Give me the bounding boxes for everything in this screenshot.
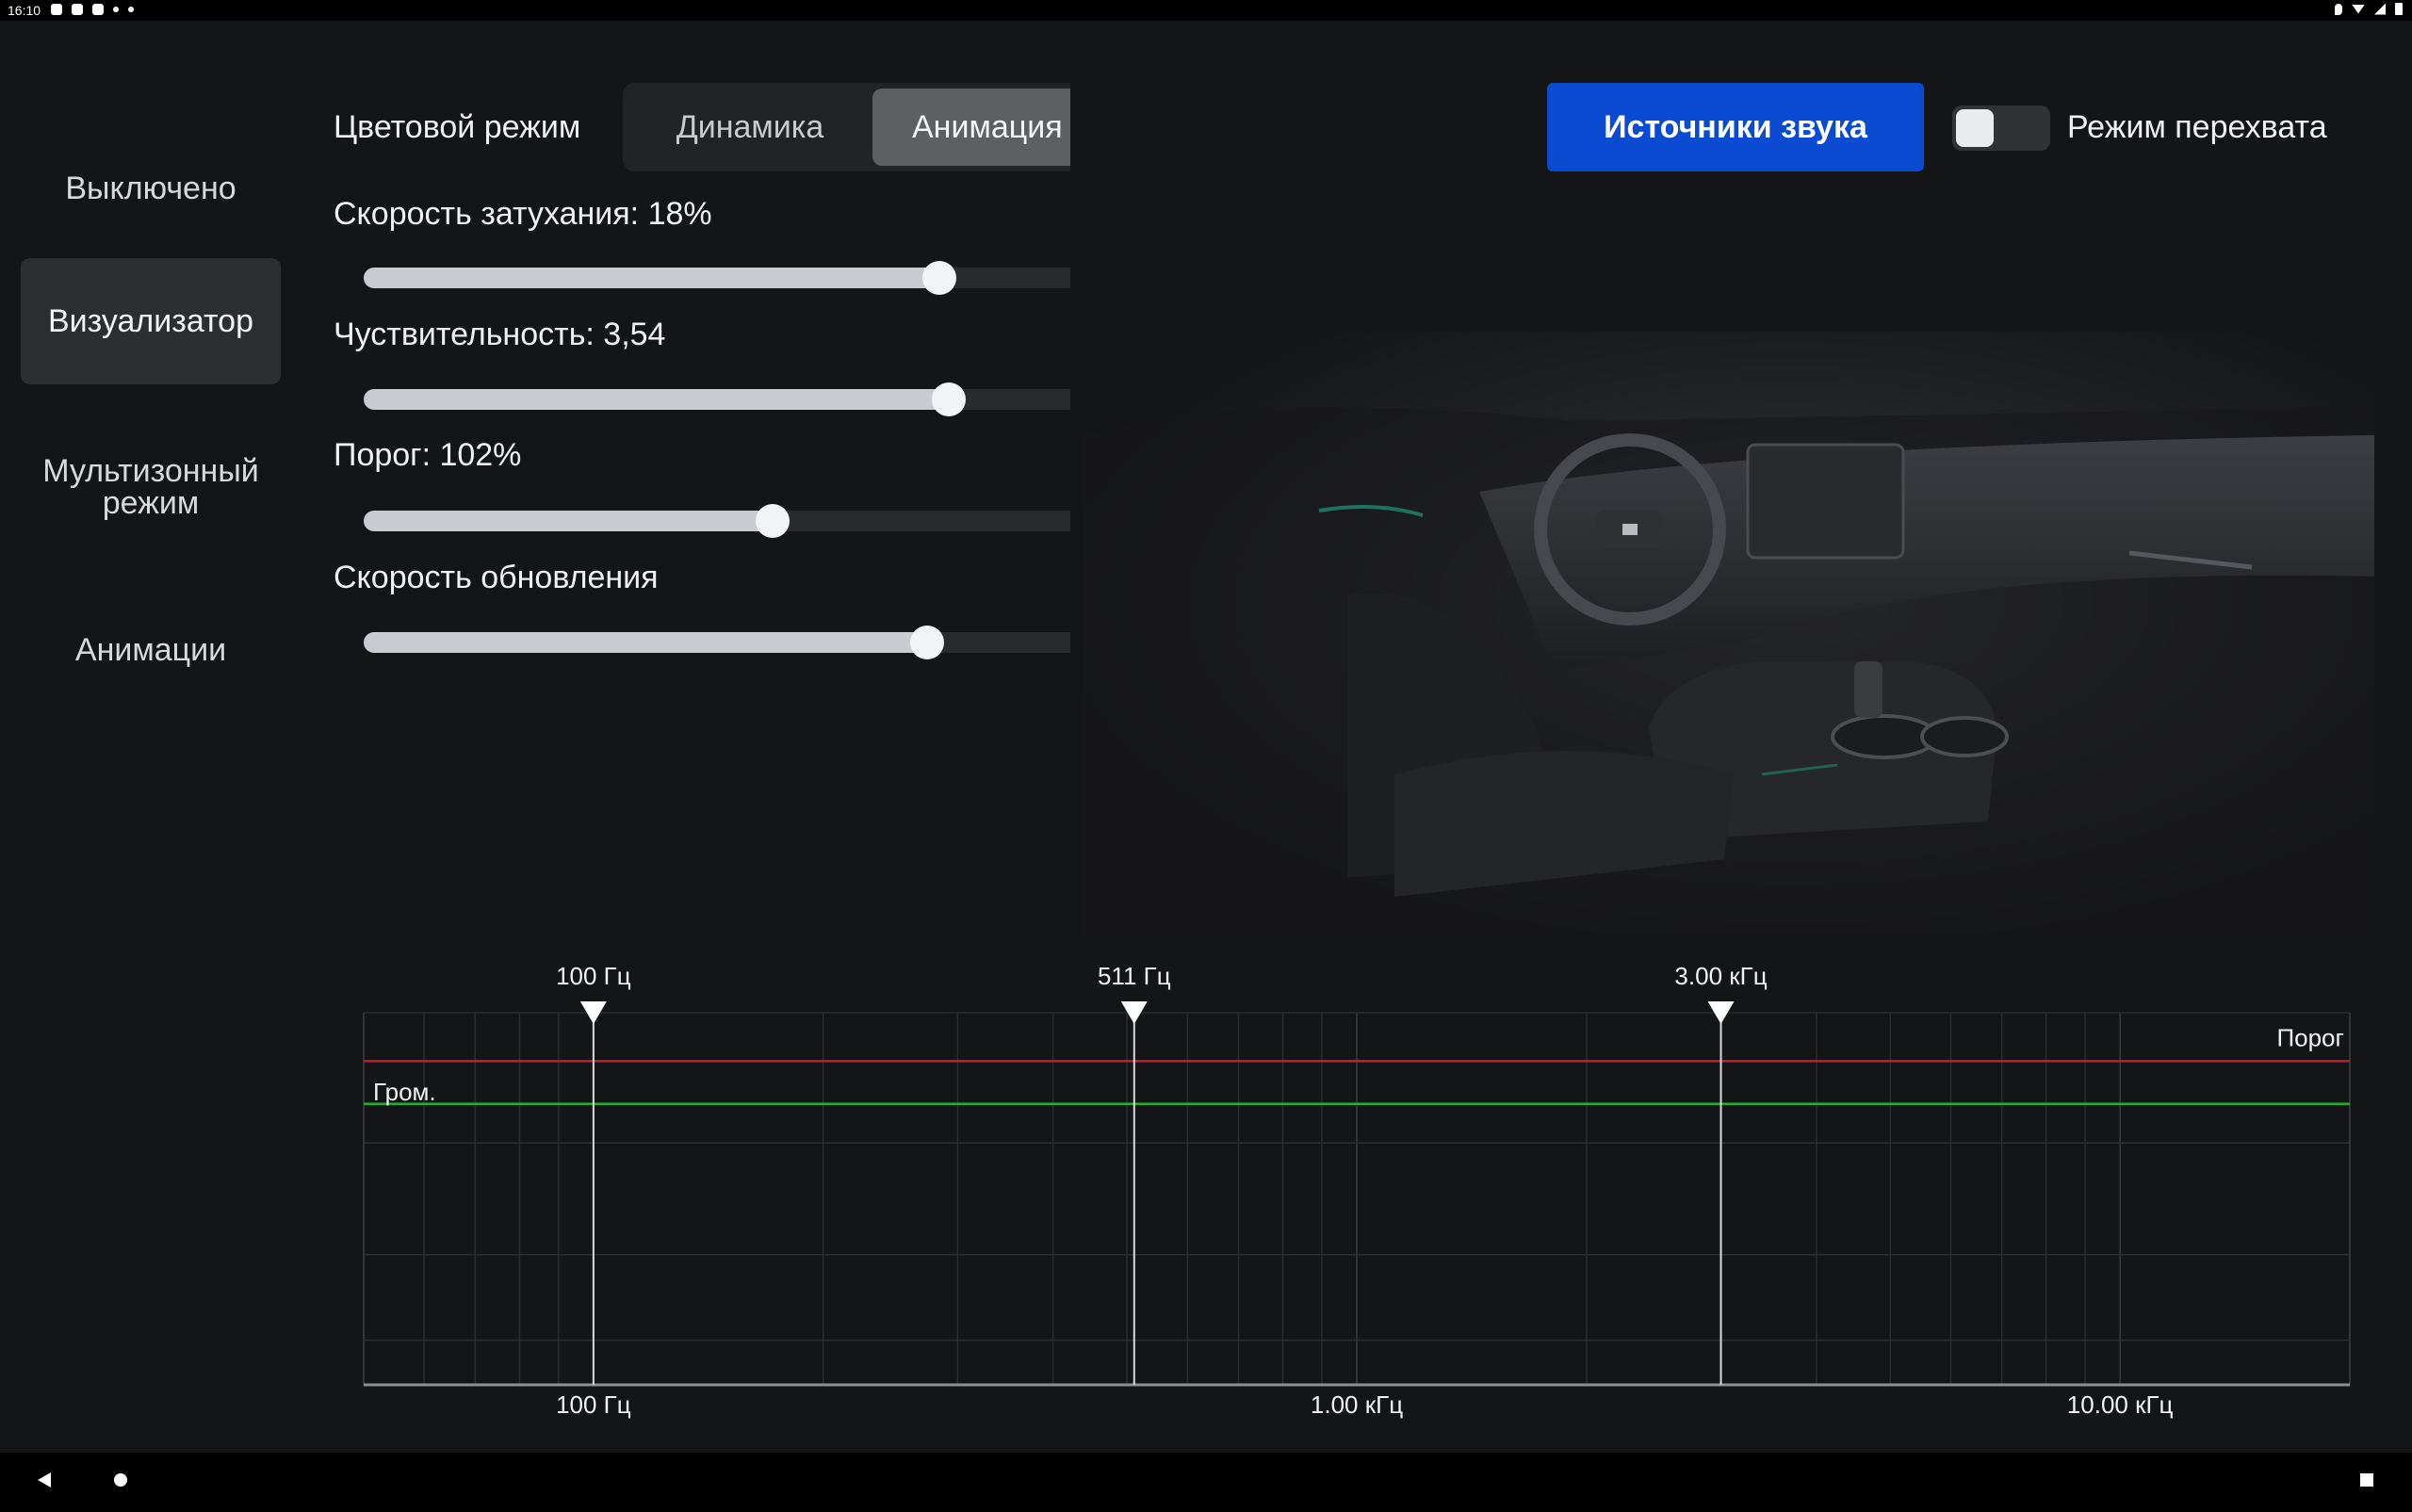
location-icon bbox=[2335, 3, 2342, 15]
wifi-icon bbox=[2352, 4, 2365, 14]
marker-handle-2 bbox=[1707, 1001, 1735, 1024]
refresh-rate-slider[interactable] bbox=[364, 626, 1070, 659]
sensitivity-label: Чуствительность: 3,54 bbox=[334, 317, 666, 352]
sidebar-item-label: Мультизонный режим bbox=[42, 453, 259, 521]
intercept-mode-toggle[interactable] bbox=[1952, 106, 2050, 151]
marker-handle-1 bbox=[1120, 1001, 1148, 1024]
color-mode-option-animation[interactable]: Анимация bbox=[872, 89, 1070, 166]
x-tick-label-1: 1.00 кГц bbox=[1311, 1390, 1403, 1419]
signal-icon bbox=[2374, 3, 2386, 15]
chart-series: Порог Гром. bbox=[364, 1023, 2350, 1106]
intercept-mode-label: Режим перехвата bbox=[2067, 109, 2327, 145]
slider-fill bbox=[364, 389, 949, 410]
sidebar-item-visualizer[interactable]: Визуализатор bbox=[21, 258, 281, 384]
sidebar-item-label: Выключено bbox=[65, 171, 236, 206]
sensitivity-slider[interactable] bbox=[364, 382, 1070, 416]
refresh-rate-label: Скорость обновления bbox=[334, 560, 659, 595]
color-mode-option-dynamics[interactable]: Динамика bbox=[632, 89, 868, 166]
threshold-slider[interactable] bbox=[364, 504, 1070, 538]
chart-grid bbox=[363, 1012, 2351, 1386]
chart-tick-labels: 100 Гц 1.00 кГц 10.00 кГц bbox=[556, 1390, 2173, 1419]
car-interior-image bbox=[1084, 332, 2374, 935]
series-label-1: Гром. bbox=[373, 1078, 436, 1106]
x-tick-label-2: 10.00 кГц bbox=[2067, 1390, 2174, 1419]
status-notification-icons bbox=[51, 4, 134, 15]
app-icon bbox=[92, 4, 104, 15]
slider-thumb[interactable] bbox=[922, 261, 957, 295]
sidebar-item-label: Анимации bbox=[74, 632, 227, 668]
home-icon[interactable] bbox=[114, 1473, 127, 1487]
sidebar-item-off[interactable]: Выключено bbox=[21, 141, 281, 236]
marker-label-1: 511 Гц bbox=[1098, 962, 1171, 990]
marker-label-0: 100 Гц bbox=[556, 962, 631, 990]
sound-sources-button[interactable]: Источники звука bbox=[1547, 83, 1924, 171]
app-icon bbox=[51, 4, 62, 15]
color-mode-label: Цветовой режим bbox=[334, 109, 581, 145]
sidebar-item-label: Визуализатор bbox=[48, 303, 253, 339]
slider-thumb[interactable] bbox=[932, 382, 966, 416]
battery-icon bbox=[2395, 3, 2403, 15]
status-time: 16:10 bbox=[8, 3, 41, 18]
sidebar-item-multizone[interactable]: Мультизонный режим bbox=[21, 435, 281, 539]
status-bar: 16:10 bbox=[0, 0, 2412, 21]
fade-speed-slider[interactable] bbox=[364, 261, 1070, 295]
slider-fill bbox=[364, 268, 940, 288]
sidebar-item-animations[interactable]: Анимации bbox=[21, 603, 281, 697]
threshold-label: Порог: 102% bbox=[334, 437, 522, 473]
color-mode-segmented-control: Динамика Анимация bbox=[623, 83, 1070, 171]
slider-fill bbox=[364, 511, 773, 531]
sidebar: Выключено Визуализатор Мультизонный режи… bbox=[0, 21, 302, 1453]
series-label-0: Порог bbox=[2276, 1023, 2344, 1051]
notification-icon bbox=[113, 7, 119, 12]
app-window: Выключено Визуализатор Мультизонный режи… bbox=[0, 21, 2412, 1453]
slider-thumb[interactable] bbox=[755, 504, 790, 538]
marker-handle-0 bbox=[579, 1001, 607, 1024]
back-icon[interactable] bbox=[38, 1472, 51, 1488]
toggle-knob bbox=[1956, 109, 1994, 147]
status-system-icons bbox=[2335, 3, 2403, 15]
recents-icon[interactable] bbox=[2360, 1473, 2373, 1487]
chart-markers: 100 Гц 511 Гц 3.00 кГц bbox=[556, 962, 1768, 1385]
app-icon bbox=[72, 4, 83, 15]
slider-fill bbox=[364, 632, 927, 653]
x-tick-label-0: 100 Гц bbox=[556, 1390, 631, 1419]
marker-label-2: 3.00 кГц bbox=[1674, 962, 1767, 990]
slider-thumb[interactable] bbox=[909, 626, 944, 659]
dot-icon bbox=[128, 7, 134, 12]
navigation-bar bbox=[0, 1453, 2412, 1507]
fade-speed-label: Скорость затухания: 18% bbox=[334, 196, 712, 232]
